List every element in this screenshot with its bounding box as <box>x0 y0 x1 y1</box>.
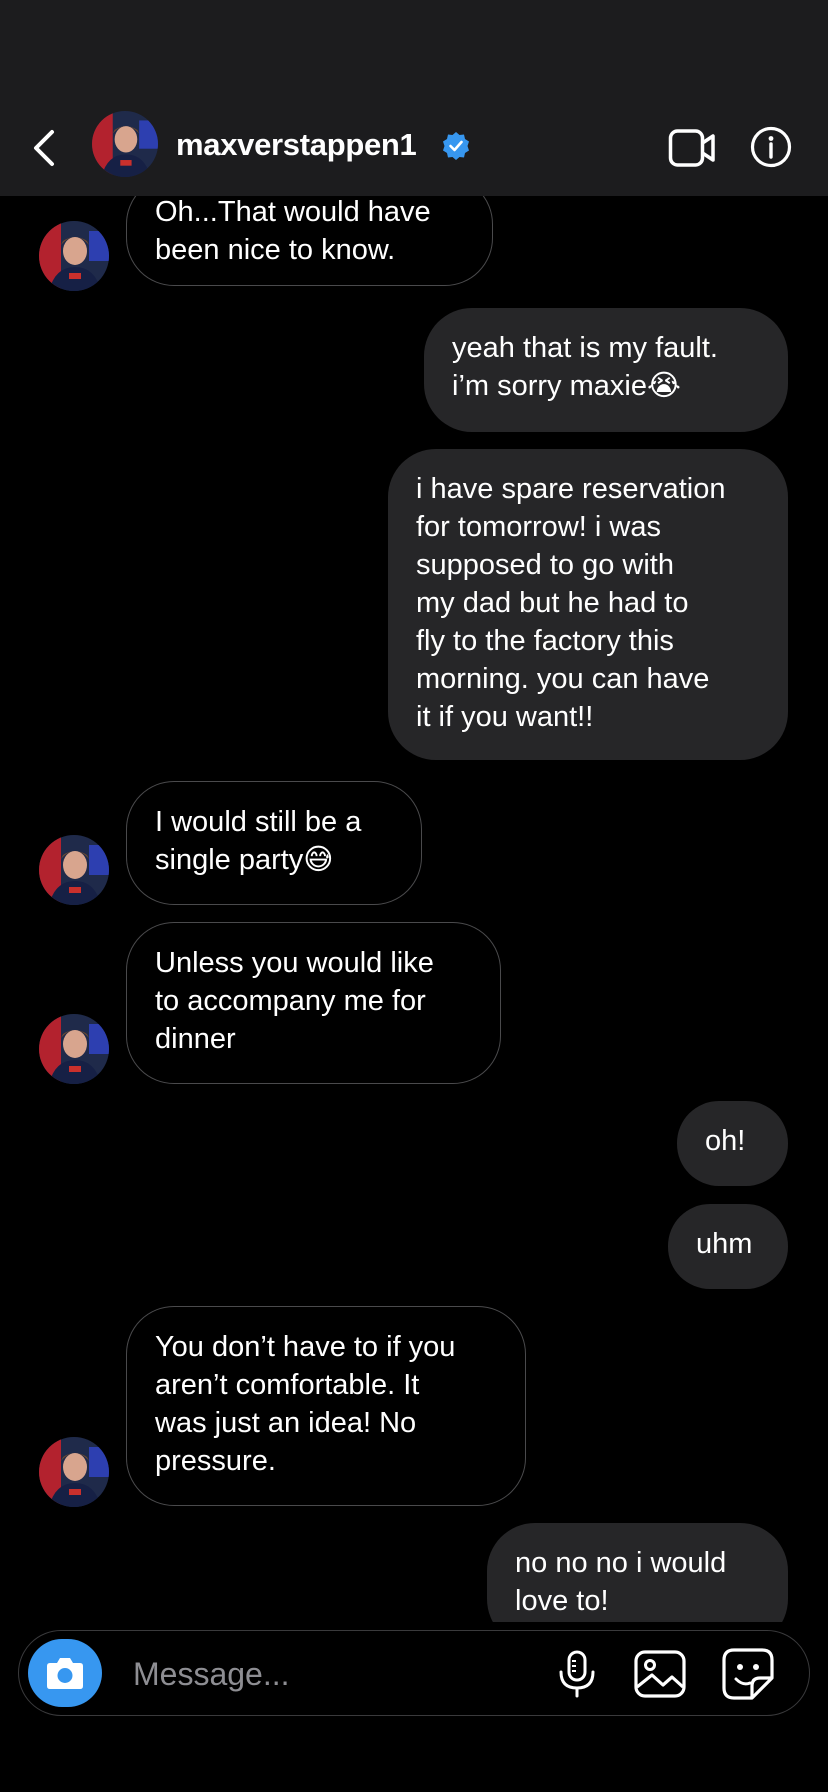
sender-avatar[interactable] <box>39 221 109 291</box>
message-bubble-received[interactable]: You don’t have to if you aren’t comforta… <box>126 1306 526 1506</box>
back-button[interactable] <box>26 126 66 170</box>
message-bubble-received[interactable]: Oh...That would have been nice to know. <box>126 196 493 286</box>
username[interactable]: maxverstappen1 <box>176 127 417 163</box>
message-bubble-sent[interactable]: no no no i would love to! <box>487 1523 788 1622</box>
message-bubble-sent[interactable]: i have spare reservation for tomorrow! i… <box>388 449 788 760</box>
message-composer <box>18 1630 810 1716</box>
microphone-icon <box>559 1650 595 1698</box>
video-call-button[interactable] <box>668 128 716 168</box>
header-avatar[interactable] <box>92 111 158 177</box>
sender-avatar[interactable] <box>39 835 109 905</box>
chevron-left-icon <box>34 130 54 166</box>
microphone-button[interactable] <box>555 1649 599 1699</box>
sticker-icon <box>722 1648 774 1700</box>
message-bubble-received[interactable]: I would still be a single party😅 <box>126 781 422 905</box>
message-thread[interactable]: Oh...That would have been nice to know. … <box>0 196 828 1622</box>
message-bubble-sent[interactable]: uhm <box>668 1204 788 1289</box>
verified-badge-icon <box>441 131 471 161</box>
message-bubble-sent[interactable]: oh! <box>677 1101 788 1186</box>
message-bubble-received[interactable]: Unless you would like to accompany me fo… <box>126 922 501 1084</box>
message-bubble-sent[interactable]: yeah that is my fault. i’m sorry maxie😭 <box>424 308 788 432</box>
info-icon <box>750 126 792 168</box>
sender-avatar[interactable] <box>39 1014 109 1084</box>
chat-header: maxverstappen1 <box>0 100 828 196</box>
info-button[interactable] <box>750 126 792 168</box>
video-call-icon <box>668 129 715 167</box>
camera-icon <box>47 1658 83 1689</box>
camera-button[interactable] <box>28 1639 102 1707</box>
gallery-icon <box>634 1650 686 1698</box>
gallery-button[interactable] <box>633 1649 687 1699</box>
status-bar <box>0 0 828 100</box>
sender-avatar[interactable] <box>39 1437 109 1507</box>
message-input[interactable] <box>131 1649 535 1699</box>
sticker-button[interactable] <box>721 1647 775 1701</box>
